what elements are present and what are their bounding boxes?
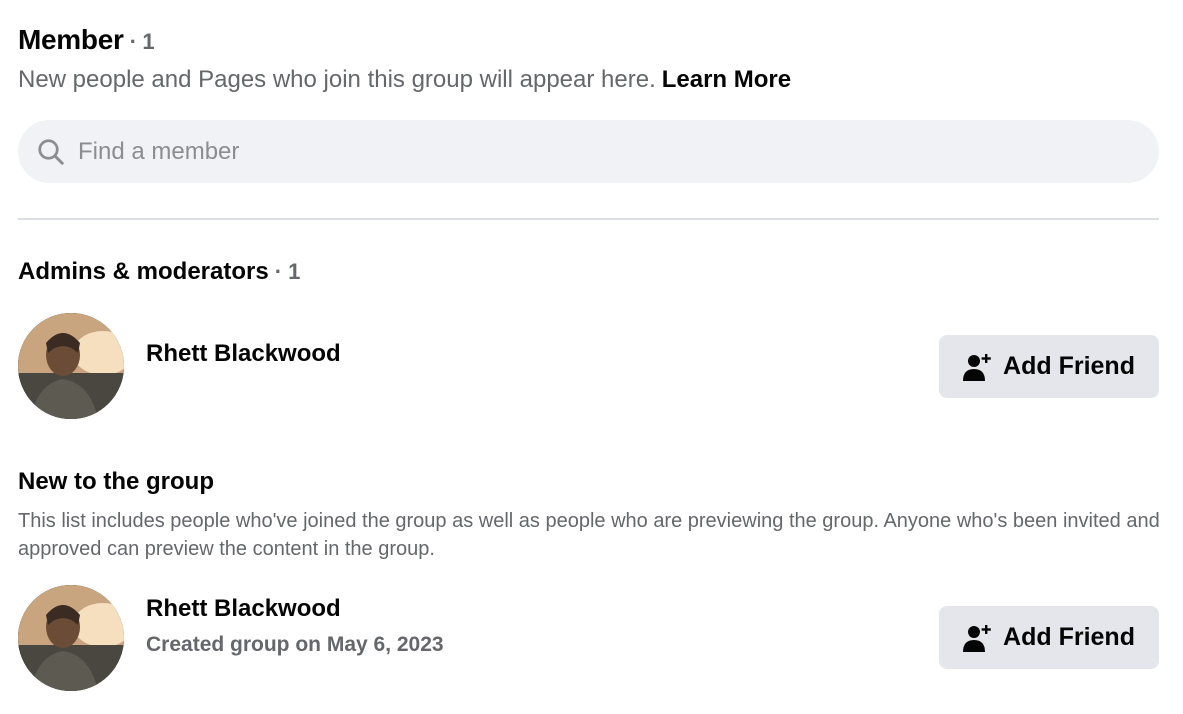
new-member-row: Rhett Blackwood Created group on May 6, … (18, 585, 1159, 691)
search-icon (38, 138, 64, 165)
admin-row: Rhett Blackwood Add Friend (18, 313, 1159, 419)
admins-title: Admins & moderators (18, 258, 269, 285)
members-description-text: New people and Pages who join this group… (18, 66, 656, 93)
avatar-portrait (18, 585, 124, 691)
admins-count: · 1 (274, 259, 301, 284)
member-subtitle: Created group on May 6, 2023 (146, 633, 444, 656)
members-header: Member · 1 (18, 24, 155, 56)
avatar-portrait (18, 313, 124, 419)
new-to-group-title: New to the group (18, 468, 214, 495)
new-to-group-header: New to the group (18, 468, 214, 496)
add-friend-button[interactable]: Add Friend (939, 335, 1159, 398)
learn-more-link[interactable]: Learn More (662, 66, 791, 93)
new-to-group-description: This list includes people who've joined … (18, 510, 1160, 560)
add-friend-label: Add Friend (1003, 623, 1135, 651)
members-count: · 1 (129, 29, 155, 54)
avatar[interactable] (18, 585, 124, 691)
member-name[interactable]: Rhett Blackwood (146, 595, 341, 623)
add-friend-button[interactable]: Add Friend (939, 606, 1159, 669)
member-name[interactable]: Rhett Blackwood (146, 340, 341, 368)
add-friend-label: Add Friend (1003, 352, 1135, 380)
admins-header: Admins & moderators · 1 (18, 258, 300, 286)
members-title: Member (18, 24, 124, 55)
add-friend-icon (963, 624, 991, 652)
search-input[interactable] (76, 136, 1080, 167)
members-description: New people and Pages who join this group… (18, 66, 791, 94)
member-search[interactable] (18, 120, 1159, 183)
add-friend-icon (963, 353, 991, 381)
divider (18, 218, 1159, 220)
avatar[interactable] (18, 313, 124, 419)
